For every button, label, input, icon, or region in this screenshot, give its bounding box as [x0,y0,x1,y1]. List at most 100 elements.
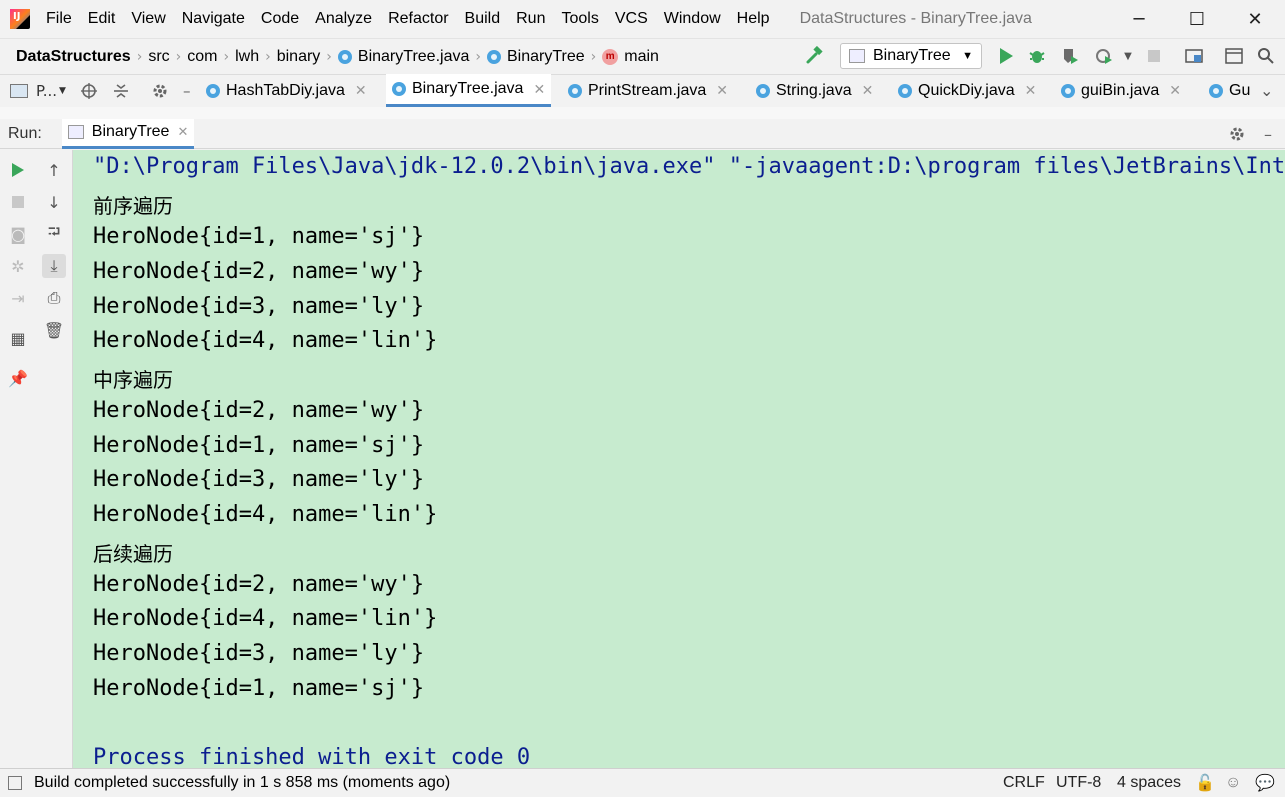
import-icon[interactable]: ⇥ [6,286,30,310]
tool-windows-icon[interactable] [8,776,22,790]
breadcrumb-class[interactable]: BinaryTree [486,48,585,66]
project-tool-label: P... [36,82,58,100]
menu-build[interactable]: Build [457,10,509,28]
chevron-right-icon: › [326,48,332,65]
console-line: HeroNode{id=1, name='sj'} [93,676,425,701]
lock-icon[interactable]: 🔓 [1195,768,1215,797]
line-separator-widget[interactable]: CRLF [1003,768,1045,797]
breadcrumb-project[interactable]: DataStructures [16,48,131,66]
menu-analyze[interactable]: Analyze [307,10,380,28]
profile-icon[interactable] [1092,44,1116,68]
trash-icon[interactable]: 🗑 [42,318,66,342]
encoding-widget[interactable]: UTF-8 [1056,768,1101,797]
console-output[interactable]: "D:\Program Files\Java\jdk-12.0.2\bin\ja… [73,150,1285,768]
minimize-button[interactable]: ─ [1110,0,1168,38]
run-configuration-select[interactable]: BinaryTree ▼ [840,43,982,69]
arrow-down-icon[interactable]: ↓ [42,190,66,214]
console-line: HeroNode{id=3, name='ly'} [93,641,425,666]
menu-vcs[interactable]: VCS [607,10,656,28]
run-panel-label: Run: [8,124,42,142]
run-anything-icon[interactable] [1222,44,1246,68]
close-tab-icon[interactable]: ✕ [716,82,728,99]
build-hammer-icon[interactable] [803,44,827,68]
breadcrumb-file[interactable]: BinaryTree.java [337,48,469,66]
chevron-right-icon: › [136,48,143,65]
console-command-line: "D:\Program Files\Java\jdk-12.0.2\bin\ja… [93,154,1285,179]
menu-run[interactable]: Run [508,10,553,28]
java-class-icon [898,83,912,98]
stop-icon[interactable] [6,190,30,214]
run-icon[interactable] [994,44,1018,68]
layout-icon[interactable]: ▦ [6,326,30,350]
inspector-icon[interactable]: ☺ [1225,768,1241,797]
breadcrumb-binary[interactable]: binary [277,48,321,66]
collapse-all-icon[interactable] [112,74,130,108]
tab-binarytree[interactable]: BinaryTree.java ✕ [386,74,552,107]
close-tab-icon[interactable]: ✕ [1025,82,1037,99]
tab-hashtabdiy[interactable]: HashTabDiy.java ✕ [200,74,373,107]
tab-guibin[interactable]: guiBin.java ✕ [1055,74,1187,107]
rerun-icon[interactable] [6,158,30,182]
console-line: 中序遍历 [93,368,173,392]
menu-window[interactable]: Window [656,10,729,28]
close-tab-icon[interactable]: ✕ [533,81,545,98]
console-line: HeroNode{id=2, name='wy'} [93,398,425,423]
debug-icon[interactable] [1025,44,1049,68]
chevron-down-icon[interactable]: ⌄ [1254,74,1279,107]
project-tool-button[interactable]: P... ▼ [10,74,66,108]
hide-icon[interactable]: – [183,74,191,108]
menu-edit[interactable]: Edit [80,10,124,28]
tab-string[interactable]: String.java ✕ [750,74,879,107]
menu-tools[interactable]: Tools [553,10,606,28]
scroll-to-end-icon[interactable]: ⤓ [42,254,66,278]
close-window-button[interactable]: ✕ [1226,0,1284,38]
search-icon[interactable] [1254,44,1278,68]
pin-icon[interactable]: 📌 [6,366,30,390]
print-icon[interactable]: ⎙ [42,286,66,310]
arrow-up-icon[interactable]: ↑ [42,158,66,182]
tab-gu[interactable]: Gu [1203,74,1256,107]
intellij-logo-icon: IJ [10,9,30,29]
close-tab-icon[interactable]: ✕ [355,82,367,99]
chevron-down-icon[interactable]: ▼ [1116,44,1140,68]
gear-icon[interactable] [1226,122,1248,146]
locate-icon[interactable] [80,74,98,108]
camera-icon[interactable]: ◙ [6,222,30,246]
gear-icon[interactable]: ✲ [6,254,30,278]
minimize-panel-icon[interactable]: – [1258,122,1278,146]
close-tab-icon[interactable]: ✕ [1169,82,1181,99]
coverage-icon[interactable] [1058,44,1082,68]
run-tab-binarytree[interactable]: BinaryTree ✕ [61,118,195,149]
menu-code[interactable]: Code [253,10,307,28]
gear-icon[interactable] [151,74,169,108]
menu-navigate[interactable]: Navigate [174,10,253,28]
config-icon [67,125,84,139]
soft-wrap-icon[interactable]: ⮒ [42,222,66,246]
indent-widget[interactable]: 4 spaces [1117,768,1181,797]
menu-file[interactable]: File [38,10,80,28]
breadcrumb-com[interactable]: com [187,48,217,66]
console-line: HeroNode{id=1, name='sj'} [93,433,425,458]
notifications-icon[interactable]: 💬 [1255,768,1275,797]
tab-quickdiy[interactable]: QuickDiy.java ✕ [892,74,1042,107]
project-structure-icon[interactable] [1182,44,1206,68]
java-class-icon [756,83,770,98]
maximize-button[interactable]: ☐ [1168,0,1226,38]
menu-refactor[interactable]: Refactor [380,10,456,28]
menu-help[interactable]: Help [729,10,778,28]
menu-view[interactable]: View [123,10,173,28]
console-line: HeroNode{id=4, name='lin'} [93,328,438,353]
breadcrumb-lwh[interactable]: lwh [235,48,259,66]
breadcrumb-src[interactable]: src [148,48,169,66]
java-class-icon [1209,83,1223,98]
status-message[interactable]: Build completed successfully in 1 s 858 … [34,774,450,792]
tab-printstream[interactable]: PrintStream.java ✕ [562,74,734,107]
chevron-right-icon: › [175,48,182,65]
java-class-icon [337,49,352,64]
breadcrumb-method[interactable]: m main [602,48,659,66]
java-class-icon [486,49,501,64]
close-tab-icon[interactable]: ✕ [862,82,874,99]
close-tab-icon[interactable]: ✕ [177,124,188,140]
chevron-right-icon: › [265,48,271,65]
stop-icon[interactable] [1142,44,1166,68]
